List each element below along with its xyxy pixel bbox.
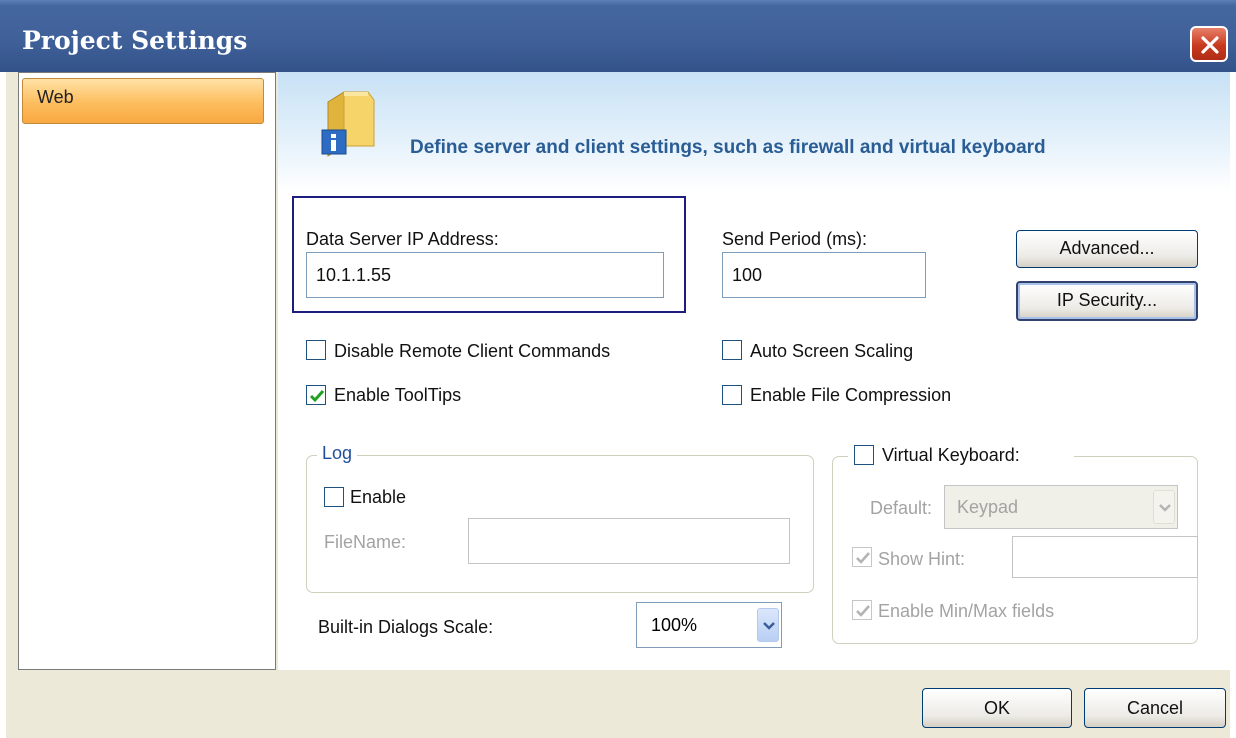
ip-security-button[interactable]: IP Security... xyxy=(1016,281,1198,321)
ip-address-value: 10.1.1.55 xyxy=(316,265,392,285)
ok-button[interactable]: OK xyxy=(922,688,1072,728)
ip-address-label: Data Server IP Address: xyxy=(306,229,499,249)
log-enable-checkbox[interactable] xyxy=(324,487,344,507)
show-hint-checkbox[interactable] xyxy=(852,547,872,567)
enable-tooltips-checkbox[interactable] xyxy=(306,385,326,405)
close-icon xyxy=(1201,36,1219,54)
enable-tooltips-label: Enable ToolTips xyxy=(334,385,462,405)
dialogs-scale-dropdown-button[interactable] xyxy=(757,608,779,642)
disable-remote-checkbox[interactable] xyxy=(306,340,326,360)
virtual-keyboard-label: Virtual Keyboard: xyxy=(882,445,1020,465)
default-label: Default: xyxy=(870,498,933,518)
log-group-label: Log xyxy=(317,443,358,464)
folder-info-icon xyxy=(318,88,382,165)
sidebar-item-web[interactable]: Web xyxy=(22,78,264,124)
disable-remote-label: Disable Remote Client Commands xyxy=(334,341,611,361)
checkmark-icon xyxy=(856,552,870,564)
virtual-keyboard-checkbox[interactable] xyxy=(854,445,874,465)
show-hint-label: Show Hint: xyxy=(878,549,966,569)
chevron-down-icon xyxy=(763,622,775,630)
keyboard-default-value: Keypad xyxy=(957,497,1019,517)
advanced-button[interactable]: Advanced... xyxy=(1016,230,1198,268)
auto-scaling-label: Auto Screen Scaling xyxy=(750,341,914,361)
keyboard-default-dropdown-button[interactable] xyxy=(1153,490,1175,524)
show-hint-input[interactable] xyxy=(1012,536,1198,578)
panel-description: Define server and client settings, such … xyxy=(410,137,1046,158)
sidebar-item-label: Web xyxy=(37,87,74,107)
keyboard-default-select[interactable]: Keypad xyxy=(944,485,1178,529)
ip-address-input[interactable]: 10.1.1.55 xyxy=(306,252,664,298)
send-period-input[interactable]: 100 xyxy=(722,252,926,298)
enable-minmax-checkbox[interactable] xyxy=(852,600,872,620)
file-compression-label: Enable File Compression xyxy=(750,385,952,405)
chevron-down-icon xyxy=(1159,504,1171,512)
checkmark-icon xyxy=(856,605,870,617)
auto-scaling-checkbox[interactable] xyxy=(722,340,742,360)
dialogs-scale-label: Built-in Dialogs Scale: xyxy=(318,617,494,637)
window-title: Project Settings xyxy=(22,26,248,55)
filename-input[interactable] xyxy=(468,518,790,564)
send-period-value: 100 xyxy=(732,265,763,285)
sidebar xyxy=(18,72,276,670)
dialogs-scale-select[interactable]: 100% xyxy=(636,602,782,648)
log-enable-label: Enable xyxy=(350,487,407,507)
cancel-button[interactable]: Cancel xyxy=(1084,688,1226,728)
dialogs-scale-value: 100% xyxy=(651,615,698,635)
filename-label: FileName: xyxy=(324,532,407,552)
enable-minmax-label: Enable Min/Max fields xyxy=(878,601,1055,621)
send-period-label: Send Period (ms): xyxy=(722,229,868,249)
panel-header xyxy=(278,72,1230,192)
file-compression-checkbox[interactable] xyxy=(722,385,742,405)
checkmark-icon xyxy=(309,390,325,403)
close-button[interactable] xyxy=(1190,26,1228,62)
